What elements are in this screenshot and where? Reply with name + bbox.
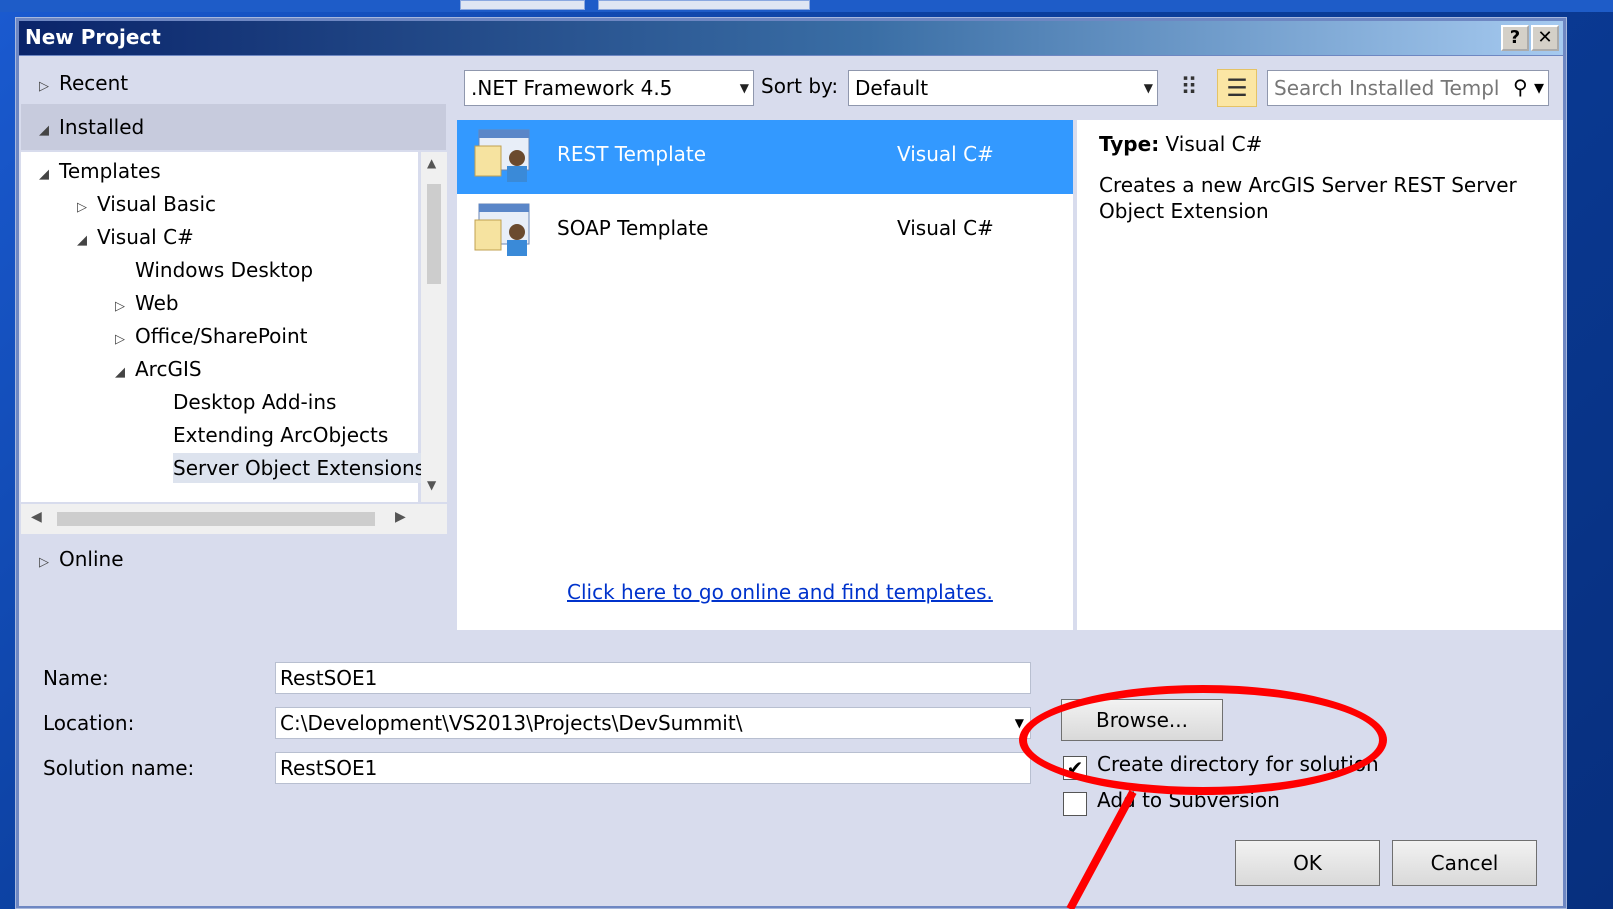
search-icon[interactable]: ⚲ ▾ — [1513, 71, 1544, 103]
template-item-soap[interactable]: SOAP Template Visual C# — [457, 194, 1073, 268]
template-name: REST Template — [557, 142, 707, 166]
expand-arrow-icon: ▷ — [115, 332, 125, 347]
type-value: Visual C# — [1165, 132, 1263, 156]
collapse-arrow-icon: ◢ — [115, 365, 125, 380]
create-directory-label: Create directory for solution — [1097, 752, 1379, 776]
chevron-down-icon: ▼ — [739, 81, 749, 95]
dialog-client-area: ▷ Recent ◢ Installed ◢ Templates ▷ Visual Ba… — [19, 56, 1563, 906]
list-view-icon[interactable]: ☰ — [1217, 69, 1257, 107]
solution-name-field[interactable]: RestSOE1 — [275, 752, 1031, 784]
browse-button[interactable]: Browse... — [1061, 699, 1223, 741]
tree-item-label: Windows Desktop — [135, 258, 314, 282]
template-categories-panel: ▷ Recent ◢ Installed ◢ Templates ▷ Visual Ba… — [19, 56, 454, 636]
tree-item-label: Visual C# — [97, 225, 194, 249]
tree-vertical-scrollbar[interactable]: ▲ ▼ — [421, 152, 447, 502]
chevron-down-icon: ▼ — [1143, 81, 1153, 95]
collapse-arrow-icon: ◢ — [77, 233, 87, 248]
tree-item-arcgis[interactable]: ◢ ArcGIS — [115, 354, 202, 384]
ok-button[interactable]: OK — [1235, 840, 1380, 886]
collapse-arrow-icon: ◢ — [39, 123, 49, 138]
cancel-button[interactable]: Cancel — [1392, 840, 1537, 886]
tree-item-windows-desktop[interactable]: Windows Desktop — [135, 255, 313, 285]
scroll-left-icon[interactable]: ◀ — [31, 509, 42, 525]
template-item-rest[interactable]: REST Template Visual C# — [457, 120, 1073, 194]
small-icons-view-icon[interactable]: ⠿ — [1169, 69, 1209, 107]
scroll-thumb[interactable] — [427, 184, 441, 284]
scroll-down-icon[interactable]: ▼ — [427, 478, 436, 492]
name-label: Name: — [43, 666, 109, 690]
tree-item-office-sharepoint[interactable]: ▷ Office/SharePoint — [115, 321, 308, 351]
location-value: C:\Development\VS2013\Projects\DevSummit… — [280, 711, 743, 735]
tree-horizontal-scrollbar[interactable]: ◀ ▶ — [21, 504, 447, 534]
template-name: SOAP Template — [557, 216, 709, 240]
sort-by-label: Sort by: — [761, 74, 839, 98]
category-online[interactable]: ▷ Online — [39, 544, 124, 574]
location-label: Location: — [43, 711, 135, 735]
tree-item-label: Office/SharePoint — [135, 324, 308, 348]
location-field[interactable]: C:\Development\VS2013\Projects\DevSummit… — [275, 707, 1031, 739]
framework-select[interactable]: .NET Framework 4.5 ▼ — [464, 70, 754, 106]
project-template-icon — [474, 203, 530, 256]
sort-select[interactable]: Default ▼ — [848, 70, 1158, 106]
dialog-title: New Project — [25, 25, 161, 49]
installed-tree: ◢ Templates ▷ Visual Basic ◢ Visual C# Wind… — [21, 152, 430, 502]
type-label: Type: — [1099, 132, 1160, 156]
add-to-subversion-label: Add to Subversion — [1097, 788, 1280, 812]
sort-value: Default — [855, 76, 929, 100]
solution-name-label: Solution name: — [43, 756, 195, 780]
find-templates-online-link[interactable]: Click here to go online and find templat… — [567, 580, 993, 604]
scroll-thumb[interactable] — [57, 512, 375, 526]
search-placeholder: Search Installed Templ — [1274, 76, 1500, 100]
category-recent-label: Recent — [59, 71, 129, 95]
name-field[interactable]: RestSOE1 — [275, 662, 1031, 694]
close-button[interactable]: ✕ — [1531, 25, 1559, 51]
scroll-right-icon[interactable]: ▶ — [395, 509, 406, 525]
project-template-icon — [474, 129, 530, 182]
background-window-strip — [0, 0, 1613, 12]
tree-item-label: Visual Basic — [97, 192, 217, 216]
tree-item-label: Desktop Add-ins — [173, 390, 337, 414]
collapse-arrow-icon: ◢ — [39, 167, 49, 182]
expand-arrow-icon: ▷ — [115, 299, 125, 314]
tree-item-extending-arcobjects[interactable]: Extending ArcObjects — [173, 420, 388, 450]
template-list: REST Template Visual C# SOAP Template Vi… — [457, 120, 1073, 630]
category-installed[interactable]: ◢ Installed — [39, 112, 144, 142]
scroll-up-icon[interactable]: ▲ — [427, 156, 436, 170]
chevron-down-icon[interactable]: ▼ — [1015, 708, 1024, 738]
tree-item-label: ArcGIS — [135, 357, 202, 381]
create-directory-checkbox[interactable]: ✔ — [1063, 756, 1087, 780]
template-description: Creates a new ArcGIS Server REST Server … — [1099, 173, 1517, 223]
category-online-label: Online — [59, 547, 124, 571]
category-recent[interactable]: ▷ Recent — [39, 68, 128, 98]
tree-item-visual-basic[interactable]: ▷ Visual Basic — [77, 189, 216, 219]
title-bar: New Project ? ✕ — [19, 21, 1563, 55]
tree-item-templates[interactable]: ◢ Templates — [39, 156, 161, 186]
tree-item-web[interactable]: ▷ Web — [115, 288, 179, 318]
tree-item-visual-csharp[interactable]: ◢ Visual C# — [77, 222, 194, 252]
template-type: Type: Visual C# — [1099, 132, 1262, 156]
tree-item-label: Server Object Extensions — [173, 456, 426, 480]
tree-item-desktop-addins[interactable]: Desktop Add-ins — [173, 387, 336, 417]
add-to-subversion-checkbox[interactable] — [1063, 792, 1087, 816]
expand-arrow-icon: ▷ — [77, 200, 87, 215]
tree-item-label: Extending ArcObjects — [173, 423, 389, 447]
expand-arrow-icon: ▷ — [39, 555, 49, 570]
template-details-panel: Type: Visual C# Creates a new ArcGIS Ser… — [1077, 120, 1563, 630]
category-installed-label: Installed — [59, 115, 145, 139]
template-language: Visual C# — [897, 142, 994, 166]
tree-item-label: Web — [135, 291, 179, 315]
template-language: Visual C# — [897, 216, 994, 240]
tree-item-server-object-extensions[interactable]: Server Object Extensions — [173, 453, 430, 483]
expand-arrow-icon: ▷ — [39, 79, 49, 94]
help-button[interactable]: ? — [1501, 25, 1529, 51]
tree-item-label: Templates — [59, 159, 161, 183]
new-project-dialog: New Project ? ✕ ▷ Recent ◢ Installed ◢ Temp… — [15, 17, 1567, 909]
search-input[interactable]: Search Installed Templ ⚲ ▾ — [1267, 70, 1549, 106]
framework-value: .NET Framework 4.5 — [471, 76, 673, 100]
